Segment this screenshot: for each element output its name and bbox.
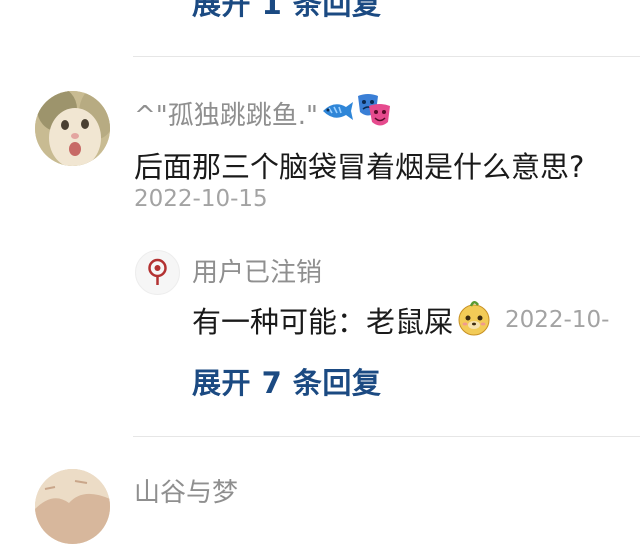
avatar[interactable] — [35, 91, 110, 166]
reply-timestamp: 2022-10- — [505, 307, 610, 333]
reply-avatar[interactable] — [135, 250, 180, 295]
dog-face-emoji-icon — [455, 299, 493, 341]
masks-emoji-icon — [356, 92, 392, 134]
reply-username[interactable]: 用户已注销 — [192, 252, 322, 289]
comment-username[interactable]: ^"孤独跳跳鱼." — [134, 95, 318, 132]
avatar-cat-image — [35, 91, 110, 166]
deleted-user-icon — [148, 258, 167, 285]
comment-divider — [133, 56, 640, 57]
expand-replies-link[interactable]: 展开 7 条回复 — [192, 360, 381, 402]
avatar-landscape-image — [35, 469, 110, 544]
expand-replies-link[interactable]: 展开 1 条回复 — [192, 0, 381, 23]
comment-divider — [133, 436, 640, 437]
comment-timestamp: 2022-10-15 — [134, 186, 268, 212]
avatar[interactable] — [35, 469, 110, 544]
comment-username[interactable]: 山谷与梦 — [134, 472, 238, 509]
fish-emoji-icon — [320, 99, 354, 127]
reply-text: 有一种可能：老鼠屎 — [192, 305, 454, 339]
comment-text: 后面那三个脑袋冒着烟是什么意思? — [134, 150, 585, 184]
